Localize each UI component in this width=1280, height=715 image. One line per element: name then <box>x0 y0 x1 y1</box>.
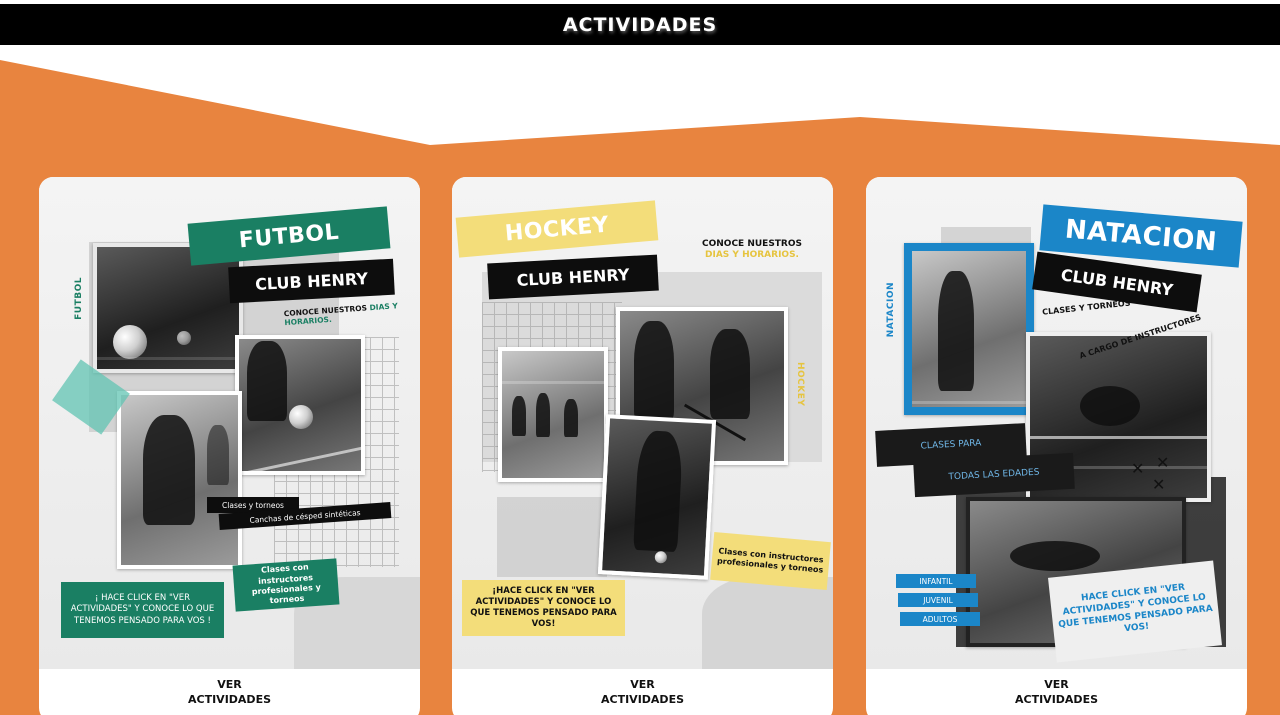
futbol-cta-box: ¡ HACE CLICK EN "VER ACTIVIDADES" Y CONO… <box>61 582 224 638</box>
futbol-club-tape: CLUB HENRY <box>228 258 395 304</box>
futbol-photo-kick <box>117 391 242 569</box>
hockey-instructores-box: Clases con instructores profesionales y … <box>710 531 831 591</box>
hockey-vertical-label: HOCKEY <box>795 362 805 407</box>
hockey-conoce-text: CONOCE NUESTROS DIAS Y HORARIOS. <box>702 239 802 261</box>
futbol-instructores-box: Clases con instructores profesionales y … <box>232 558 340 612</box>
activity-card-hockey[interactable]: HOCKEY CLUB HENRY CONOCE NUESTROS DIAS Y … <box>452 177 833 715</box>
natacion-cta-box: HACE CLICK EN "VER ACTIVIDADES" Y CONOCE… <box>1048 560 1222 663</box>
x-mark-icon: ✕ <box>1152 475 1166 494</box>
futbol-vertical-label: FUTBOL <box>74 277 84 320</box>
activity-card-natacion[interactable]: NATACION CLUB HENRY CLASES Y TORNEOS A C… <box>866 177 1247 715</box>
hockey-poster[interactable]: HOCKEY CLUB HENRY CONOCE NUESTROS DIAS Y … <box>452 177 833 669</box>
level-juvenil: JUVENIL <box>898 593 978 607</box>
futbol-photo-player <box>235 335 365 475</box>
hockey-photo-action <box>597 414 717 580</box>
natacion-vertical-label: NATACION <box>886 282 896 338</box>
hockey-cta-box: ¡HACE CLICK EN "VER ACTIVIDADES" Y CONOC… <box>462 580 625 636</box>
hockey-club-name: CLUB HENRY <box>516 264 630 290</box>
level-infantil: INFANTIL <box>896 574 976 588</box>
natacion-poster[interactable]: NATACION CLUB HENRY CLASES Y TORNEOS A C… <box>866 177 1247 669</box>
futbol-poster[interactable]: FUTBOL CLUB HENRY CONOCE NUESTROS DIAS Y… <box>39 177 420 669</box>
ver-actividades-button-futbol[interactable]: VER ACTIVIDADES <box>39 677 420 707</box>
x-mark-icon: ✕ <box>1156 453 1170 472</box>
level-adultos: ADULTOS <box>900 612 980 626</box>
futbol-title: FUTBOL <box>237 219 341 253</box>
natacion-clases-torneos: CLASES Y TORNEOS <box>1041 298 1131 317</box>
hockey-photo-team <box>498 347 608 482</box>
natacion-title: NATACION <box>1063 214 1219 258</box>
page: ACTIVIDADES FUTBOL CLUB HENRY CONOCE NUE… <box>0 0 1280 715</box>
futbol-title-tape: FUTBOL <box>187 206 391 266</box>
page-title: ACTIVIDADES <box>562 13 718 36</box>
natacion-photo-swimmer <box>904 243 1034 415</box>
hockey-title: HOCKEY <box>503 212 611 246</box>
futbol-club-name: CLUB HENRY <box>254 268 369 294</box>
ver-actividades-button-natacion[interactable]: VER ACTIVIDADES <box>866 677 1247 707</box>
natacion-club-name: CLUB HENRY <box>1059 264 1175 300</box>
x-mark-icon: ✕ <box>1131 459 1145 478</box>
hockey-title-tape: HOCKEY <box>455 200 659 258</box>
header-bar: ACTIVIDADES <box>0 4 1280 45</box>
activity-card-futbol[interactable]: FUTBOL CLUB HENRY CONOCE NUESTROS DIAS Y… <box>39 177 420 715</box>
paper-scrap <box>497 497 607 577</box>
ver-actividades-button-hockey[interactable]: VER ACTIVIDADES <box>452 677 833 707</box>
paper-scrap <box>702 577 833 669</box>
